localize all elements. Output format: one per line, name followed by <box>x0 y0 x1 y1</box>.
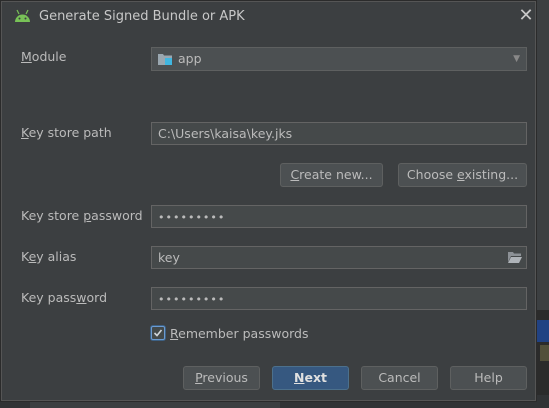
open-folder-icon[interactable] <box>508 251 522 263</box>
choose-existing-label-end: xisting... <box>464 167 519 182</box>
background-ide-editor <box>534 310 549 408</box>
remember-passwords-checkbox[interactable] <box>151 326 165 340</box>
module-dropdown[interactable]: app ▼ <box>151 47 527 71</box>
key-alias-label-start: K <box>21 249 29 264</box>
key-store-password-value: ••••••••• <box>158 211 226 224</box>
key-store-path-mnemonic: K <box>21 125 29 140</box>
previous-button[interactable]: Previous <box>183 366 260 390</box>
chevron-down-icon: ▼ <box>513 54 520 64</box>
key-store-password-label-end: assword <box>91 208 143 223</box>
key-password-label-start: Key pass <box>21 290 77 305</box>
background-ide-selection <box>534 320 549 342</box>
module-folder-icon <box>158 54 172 65</box>
remember-passwords-mnemonic: R <box>170 326 179 341</box>
cancel-button[interactable]: Cancel <box>361 366 438 390</box>
help-button[interactable]: Help <box>450 366 527 390</box>
choose-existing-label-start: Choose <box>406 167 458 182</box>
module-label-mnemonic: M <box>21 49 32 64</box>
background-ide-text-highlight <box>540 345 549 361</box>
generate-signed-bundle-dialog: Generate Signed Bundle or APK ✕ Module a… <box>1 1 536 401</box>
choose-existing-mnemonic: e <box>457 167 465 182</box>
checkmark-icon <box>153 329 163 337</box>
key-password-value: ••••••••• <box>158 293 226 306</box>
key-password-label: Key password <box>21 290 107 305</box>
key-store-path-value: C:\Users\kaisa\key.jks <box>158 126 293 141</box>
remember-passwords-label[interactable]: Remember passwords <box>170 326 308 341</box>
key-password-label-end: ord <box>86 290 108 305</box>
key-alias-label-end: y alias <box>36 249 77 264</box>
key-password-mnemonic: w <box>76 290 87 305</box>
previous-label: revious <box>202 370 248 385</box>
choose-existing-button[interactable]: Choose existing... <box>398 163 527 187</box>
create-new-mnemonic: C <box>290 167 300 182</box>
key-store-password-mnemonic: p <box>83 208 92 223</box>
key-password-field[interactable]: ••••••••• <box>151 287 527 310</box>
key-store-password-field[interactable]: ••••••••• <box>151 205 527 228</box>
key-store-path-field[interactable]: C:\Users\kaisa\key.jks <box>151 122 527 145</box>
key-store-password-label-start: Key store <box>21 208 84 223</box>
module-label: Module <box>21 49 66 64</box>
module-label-text: odule <box>31 49 67 64</box>
next-label: ext <box>304 370 327 385</box>
next-button[interactable]: Next <box>272 366 349 390</box>
key-store-path-label-text: ey store path <box>28 125 112 140</box>
close-icon[interactable]: ✕ <box>515 5 537 27</box>
dialog-title: Generate Signed Bundle or APK <box>39 9 245 24</box>
dialog-titlebar: Generate Signed Bundle or APK ✕ <box>2 2 535 32</box>
key-alias-label: Key alias <box>21 249 76 264</box>
module-value: app <box>178 51 202 66</box>
create-new-label: reate new... <box>299 167 373 182</box>
remember-passwords-label-text: emember passwords <box>178 326 309 341</box>
key-store-password-label: Key store password <box>21 208 143 223</box>
key-alias-field[interactable]: key <box>151 246 527 269</box>
next-mnemonic: N <box>294 370 305 385</box>
key-alias-value: key <box>158 250 180 265</box>
create-new-button[interactable]: Create new... <box>280 163 383 187</box>
android-logo-icon <box>15 9 30 22</box>
key-store-path-label: Key store path <box>21 125 112 140</box>
